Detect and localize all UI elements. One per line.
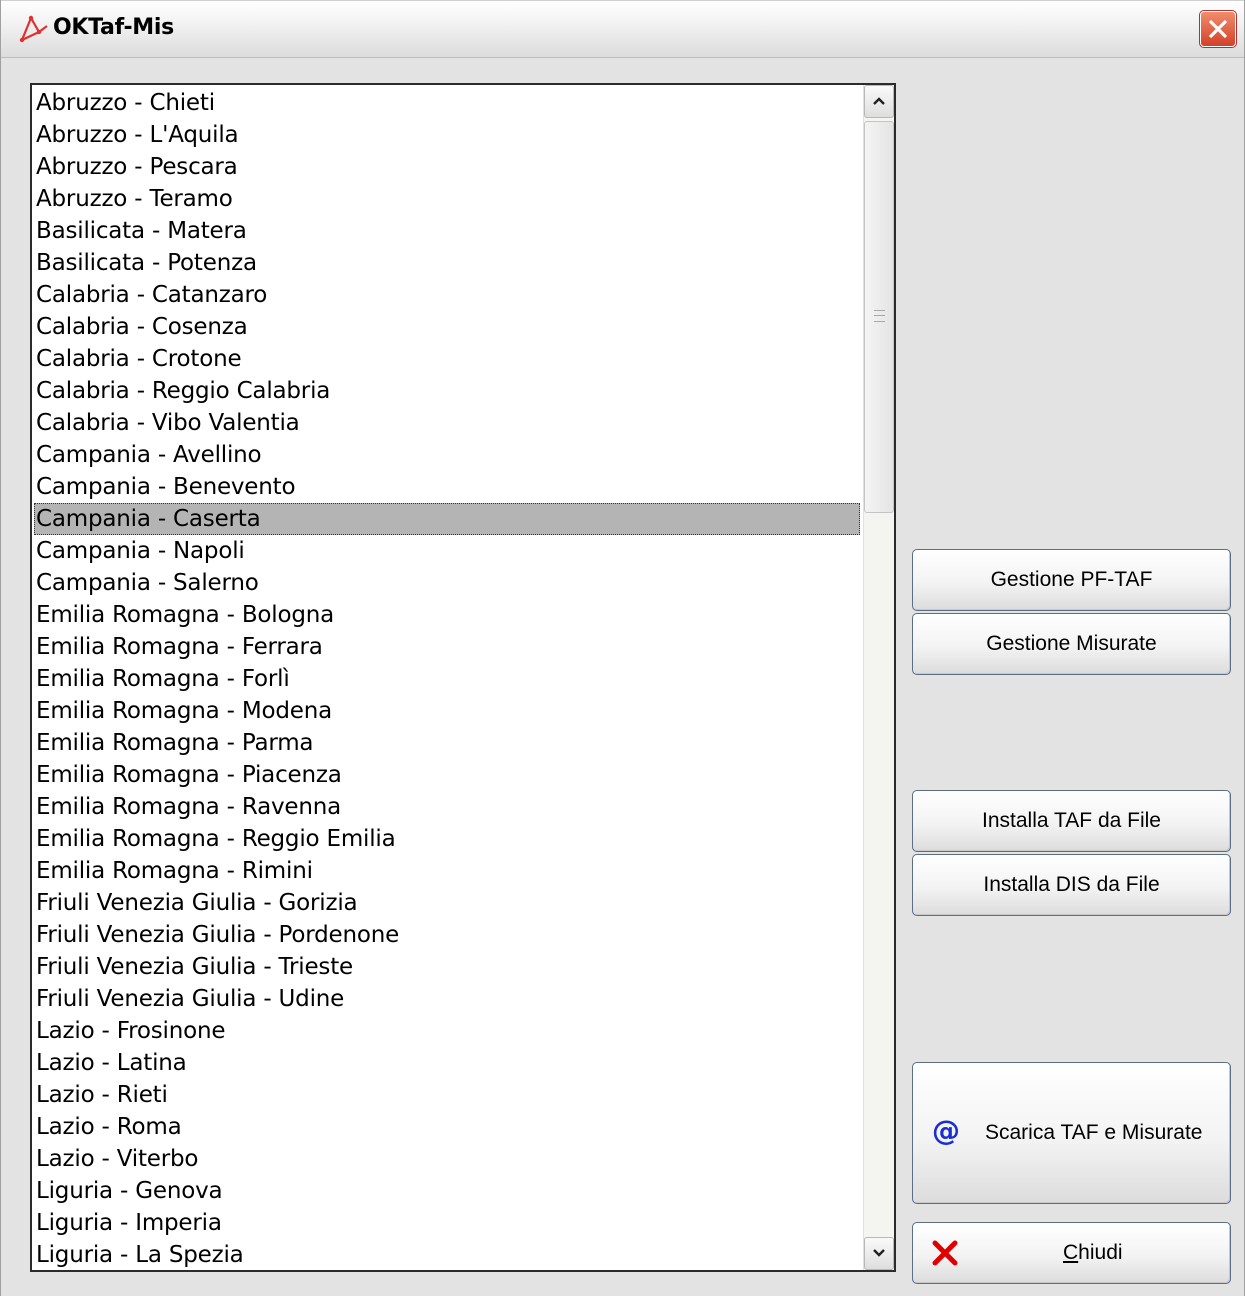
gestione-misurate-button[interactable]: Gestione Misurate	[912, 613, 1231, 675]
chiudi-label-rest: hiudi	[1078, 1241, 1123, 1264]
list-item[interactable]: Lazio - Roma	[34, 1111, 860, 1143]
chevron-down-icon	[873, 1249, 885, 1257]
list-item[interactable]: Basilicata - Potenza	[34, 247, 860, 279]
list-item[interactable]: Lazio - Latina	[34, 1047, 860, 1079]
list-item[interactable]: Emilia Romagna - Modena	[34, 695, 860, 727]
list-item[interactable]: Liguria - Imperia	[34, 1207, 860, 1239]
list-item[interactable]: Calabria - Vibo Valentia	[34, 407, 860, 439]
installa-taf-button[interactable]: Installa TAF da File	[912, 790, 1231, 852]
app-window: OKTaf-Mis Abruzzo - Chieti Abruzzo - L'Aq…	[0, 0, 1245, 1296]
list-item[interactable]: Campania - Benevento	[34, 471, 860, 503]
scarica-label: Scarica TAF e Misurate	[985, 1121, 1203, 1144]
installa-dis-button[interactable]: Installa DIS da File	[912, 854, 1231, 916]
red-x-close-icon	[932, 1240, 958, 1266]
list-item[interactable]: Campania - Salerno	[34, 567, 860, 599]
list-item[interactable]: Lazio - Viterbo	[34, 1143, 860, 1175]
installa-dis-label: Installa DIS da File	[983, 873, 1160, 896]
list-item[interactable]: Calabria - Crotone	[34, 343, 860, 375]
gestione-pf-taf-button[interactable]: Gestione PF-TAF	[912, 549, 1231, 611]
chiudi-accel-letter: C	[1063, 1241, 1079, 1264]
province-list[interactable]: Abruzzo - Chieti Abruzzo - L'Aquila Abruzz…	[34, 87, 860, 1270]
close-icon	[1208, 19, 1228, 39]
list-item[interactable]: Abruzzo - Chieti	[34, 87, 860, 119]
list-item[interactable]: Campania - Avellino	[34, 439, 860, 471]
list-item[interactable]: Abruzzo - Teramo	[34, 183, 860, 215]
list-item[interactable]: Calabria - Catanzaro	[34, 279, 860, 311]
gestione-pf-taf-label: Gestione PF-TAF	[990, 568, 1153, 591]
list-item[interactable]: Liguria - La Spezia	[34, 1239, 860, 1270]
gestione-misurate-label: Gestione Misurate	[986, 632, 1157, 655]
province-listbox[interactable]: Abruzzo - Chieti Abruzzo - L'Aquila Abruzz…	[30, 83, 896, 1272]
list-item[interactable]: Abruzzo - L'Aquila	[34, 119, 860, 151]
list-item[interactable]: Emilia Romagna - Bologna	[34, 599, 860, 631]
list-item[interactable]: Emilia Romagna - Reggio Emilia	[34, 823, 860, 855]
list-item[interactable]: Emilia Romagna - Ravenna	[34, 791, 860, 823]
list-item[interactable]: Emilia Romagna - Ferrara	[34, 631, 860, 663]
window-close-button[interactable]	[1199, 10, 1237, 48]
vertical-scrollbar[interactable]	[863, 85, 894, 1270]
scroll-up-button[interactable]	[864, 85, 894, 118]
list-item[interactable]: Friuli Venezia Giulia - Udine	[34, 983, 860, 1015]
list-item[interactable]: Campania - Napoli	[34, 535, 860, 567]
scroll-grip-icon	[874, 310, 885, 322]
chiudi-label: Chiudi	[1063, 1223, 1123, 1283]
list-item[interactable]: Friuli Venezia Giulia - Gorizia	[34, 887, 860, 919]
app-logo-icon	[19, 15, 48, 43]
list-item[interactable]: Emilia Romagna - Forlì	[34, 663, 860, 695]
list-item[interactable]: Basilicata - Matera	[34, 215, 860, 247]
list-item[interactable]: Emilia Romagna - Rimini	[34, 855, 860, 887]
scroll-down-button[interactable]	[864, 1237, 894, 1270]
list-item[interactable]: Friuli Venezia Giulia - Pordenone	[34, 919, 860, 951]
scroll-thumb[interactable]	[864, 121, 894, 513]
window-title: OKTaf-Mis	[53, 15, 174, 40]
chiudi-button[interactable]: Chiudi	[912, 1222, 1231, 1284]
list-item[interactable]: Lazio - Rieti	[34, 1079, 860, 1111]
installa-taf-label: Installa TAF da File	[982, 809, 1161, 832]
at-sign-icon: @	[932, 1114, 960, 1147]
title-bar[interactable]: OKTaf-Mis	[1, 0, 1244, 58]
list-item[interactable]: Abruzzo - Pescara	[34, 151, 860, 183]
list-item[interactable]: Friuli Venezia Giulia - Trieste	[34, 951, 860, 983]
chevron-up-icon	[873, 97, 885, 105]
list-item[interactable]: Lazio - Frosinone	[34, 1015, 860, 1047]
list-item[interactable]: Calabria - Cosenza	[34, 311, 860, 343]
list-item-selected[interactable]: Campania - Caserta	[34, 503, 860, 535]
list-item[interactable]: Calabria - Reggio Calabria	[34, 375, 860, 407]
list-item[interactable]: Emilia Romagna - Parma	[34, 727, 860, 759]
list-item[interactable]: Liguria - Genova	[34, 1175, 860, 1207]
scarica-taf-misurate-button[interactable]: @ Scarica TAF e Misurate	[912, 1062, 1231, 1204]
list-item[interactable]: Emilia Romagna - Piacenza	[34, 759, 860, 791]
